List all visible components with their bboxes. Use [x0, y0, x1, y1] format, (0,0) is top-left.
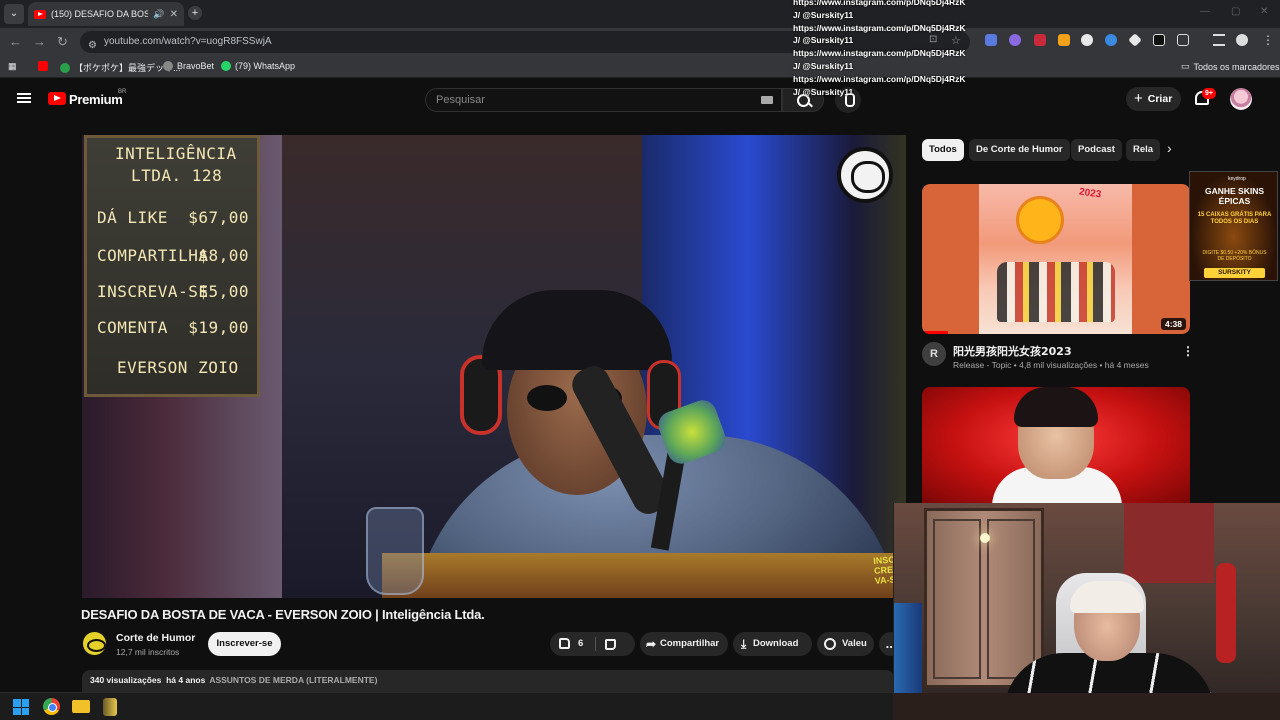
close-tab-icon[interactable]: ✕: [170, 9, 178, 20]
youtube-premium-brand[interactable]: Premium: [69, 92, 123, 107]
minimize-icon[interactable]: —: [1200, 6, 1210, 17]
browser-menu-icon[interactable]: ⋮: [1262, 34, 1274, 46]
tab-title: (150) DESAFIO DA BOSTA D: [51, 9, 149, 19]
windows-start-icon[interactable]: [13, 699, 29, 715]
thumbs-up-icon: [559, 638, 570, 649]
search-input[interactable]: Pesquisar: [425, 88, 782, 112]
keyboard-icon[interactable]: [761, 96, 773, 104]
watch-progress-bar: [922, 331, 948, 334]
recommendation-title[interactable]: 阳光男孩阳光女孩2023: [953, 343, 1072, 359]
site-info-icon[interactable]: ⚙: [88, 35, 97, 57]
all-bookmarks-folder[interactable]: ▭ Todos os marcadores: [1181, 61, 1280, 72]
speaker-icon[interactable]: 🔊: [153, 9, 164, 20]
reading-list-icon[interactable]: [1213, 34, 1225, 46]
thumbs-down-icon[interactable]: [605, 639, 616, 650]
thumbnail-year: 2023: [1078, 186, 1102, 201]
chrome-icon[interactable]: [43, 698, 60, 715]
forward-icon[interactable]: →: [33, 34, 46, 49]
like-count: 6: [578, 638, 584, 649]
extensions-puzzle-icon[interactable]: [1177, 34, 1189, 46]
video-title: DESAFIO DA BOSTA DE VACA - EVERSON ZOIO …: [81, 607, 485, 622]
extension-icon[interactable]: [1105, 34, 1117, 46]
video-tags: ASSUNTOS DE MERDA (LITERALMENTE): [209, 675, 378, 685]
menu-icon[interactable]: [17, 93, 31, 103]
create-button[interactable]: + Criar: [1126, 87, 1181, 111]
bookmarks-bar: ▦ 【ポケポケ】最強デッキ... BravoBet (79) WhatsApp …: [0, 56, 1280, 78]
youtube-favicon-icon: [34, 9, 46, 19]
recommendation-meta: Release - Topic • 4,8 mil visualizações …: [953, 360, 1149, 370]
upload-age: há 4 anos: [166, 675, 206, 685]
extension-icon[interactable]: [1058, 34, 1070, 46]
channel-avatar[interactable]: R: [922, 342, 946, 366]
folder-icon: ▭: [1181, 61, 1190, 71]
chevron-right-icon[interactable]: ›: [1167, 140, 1172, 156]
like-dislike-group: 6: [550, 632, 635, 656]
bookmark-bravobet[interactable]: BravoBet: [163, 61, 214, 71]
share-button[interactable]: ➦ Compartilhar: [640, 632, 728, 656]
brain-logo-icon: [837, 147, 893, 203]
chip-todos[interactable]: Todos: [922, 139, 964, 161]
tab-search-button[interactable]: ⌄: [4, 4, 24, 24]
notification-badge: 9+: [1202, 88, 1216, 99]
like-button[interactable]: 6: [550, 632, 595, 656]
url-text: youtube.com/watch?v=uogR8FSSwjA: [104, 36, 272, 47]
chip-de-corte-de-humor[interactable]: De Corte de Humor: [969, 139, 1070, 161]
subscriber-count: 12,7 mil inscritos: [116, 647, 180, 657]
download-icon: ⤓: [741, 637, 747, 651]
maximize-icon[interactable]: ▢: [1231, 6, 1240, 17]
channel-name[interactable]: Corte de Humor: [116, 632, 195, 644]
share-icon: ➦: [646, 637, 657, 651]
download-button[interactable]: ⤓ Download: [733, 632, 812, 656]
chip-podcast[interactable]: Podcast: [1071, 139, 1122, 161]
reload-icon[interactable]: ↻: [57, 34, 68, 50]
extension-icon[interactable]: [1153, 34, 1165, 46]
back-icon[interactable]: ←: [9, 34, 22, 49]
extension-icon[interactable]: [1081, 34, 1093, 46]
price-sign: INTELIGÊNCIA LTDA. 128 DÁ LIKE $67,00 CO…: [84, 135, 260, 397]
recommendation-thumbnail[interactable]: 2023 4:38: [922, 184, 1190, 334]
channel-avatar[interactable]: [81, 630, 108, 657]
new-tab-button[interactable]: +: [188, 6, 202, 20]
bookmark-whatsapp[interactable]: (79) WhatsApp: [221, 61, 295, 71]
stream-overlay-text: https://www.instagram.com/p/DNq5Dj4RzK J…: [793, 0, 966, 97]
view-count: 340 visualizações: [90, 675, 162, 685]
extension-icon[interactable]: [1009, 34, 1021, 46]
subscribe-button[interactable]: Inscrever-se: [208, 632, 281, 656]
apps-grid-icon[interactable]: ▦: [8, 61, 17, 72]
video-player[interactable]: INTELIGÊNCIA LTDA. 128 DÁ LIKE $67,00 CO…: [82, 135, 906, 598]
close-window-icon[interactable]: ✕: [1260, 6, 1268, 17]
youtube-header: Premium BR Pesquisar + Criar 9+: [0, 80, 1280, 118]
video-duration: 4:38: [1160, 318, 1186, 330]
plus-icon: +: [1134, 90, 1143, 107]
app-icon[interactable]: [103, 698, 117, 716]
os-taskbar: [0, 692, 893, 720]
bookmark-youtube[interactable]: [38, 61, 48, 71]
avatar[interactable]: [1230, 88, 1252, 110]
browser-tab[interactable]: (150) DESAFIO DA BOSTA D 🔊 ✕: [28, 2, 184, 26]
country-code: BR: [118, 89, 127, 95]
webcam-overlay: [893, 503, 1280, 720]
youtube-logo-icon[interactable]: [48, 92, 66, 105]
thanks-icon: [824, 638, 836, 650]
thanks-button[interactable]: Valeu: [817, 632, 874, 656]
chip-relacionados[interactable]: Rela: [1126, 139, 1160, 161]
sponsor-ad-overlay: keydrop GANHE SKINS ÉPICAS 15 CAIXAS GRÁ…: [1189, 171, 1278, 281]
more-options-icon[interactable]: ⋮: [1182, 344, 1194, 358]
recommendation-thumbnail[interactable]: [922, 387, 1190, 503]
description-box[interactable]: 340 visualizações há 4 anos ASSUNTOS DE M…: [82, 670, 894, 692]
file-explorer-icon[interactable]: [72, 700, 90, 713]
extension-icon[interactable]: [1034, 34, 1046, 46]
browser-tab-bar: ⌄ (150) DESAFIO DA BOSTA D 🔊 ✕ + — ▢ ✕: [0, 0, 1280, 28]
profile-icon[interactable]: [1236, 34, 1248, 46]
